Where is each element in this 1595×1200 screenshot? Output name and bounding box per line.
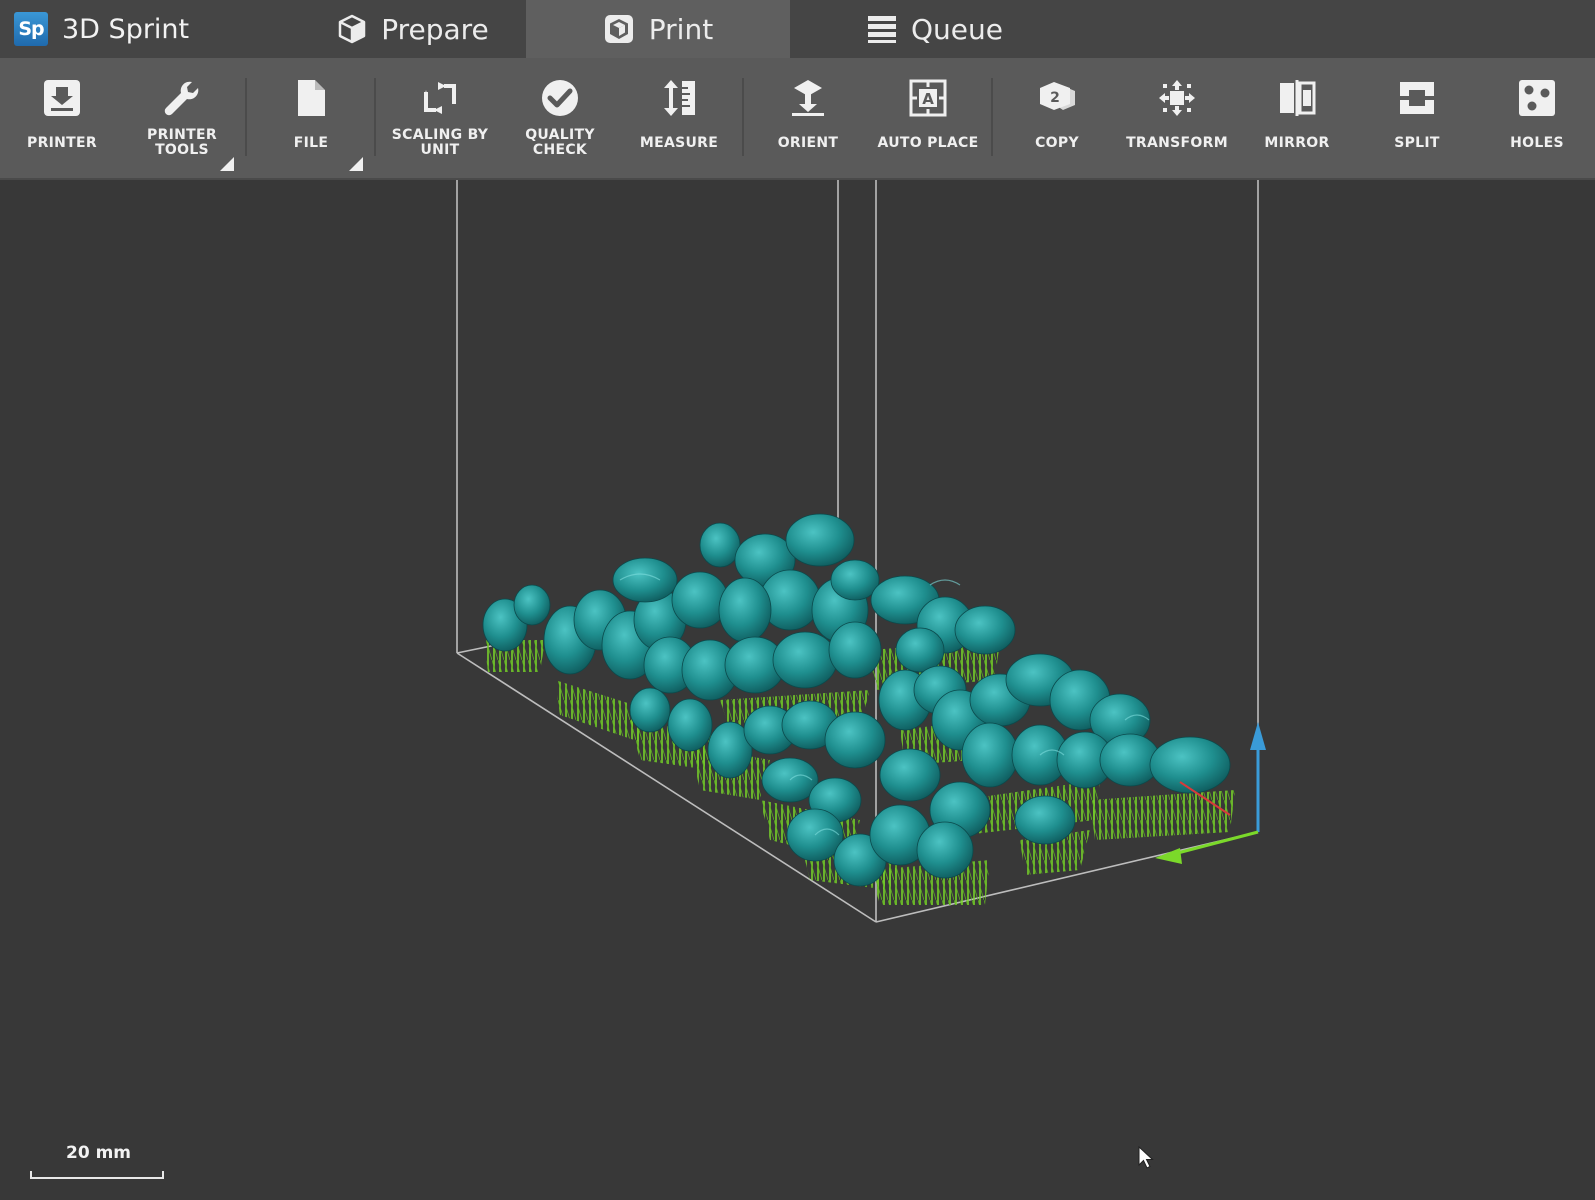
printer-button[interactable]: PRINTER bbox=[2, 58, 122, 178]
tab-prepare-label: Prepare bbox=[381, 12, 489, 46]
printer-label: PRINTER bbox=[27, 135, 97, 151]
scale-bar bbox=[30, 1171, 164, 1179]
scaling-by-unit-button[interactable]: SCALING BY UNIT bbox=[380, 58, 500, 178]
scale-label: 20 mm bbox=[66, 1143, 132, 1163]
file-label: FILE bbox=[293, 135, 329, 151]
app-logo: Sp bbox=[14, 12, 48, 46]
scaling-icon bbox=[424, 82, 456, 114]
mirror-label: MIRROR bbox=[1264, 135, 1330, 151]
dropdown-corner-indicator[interactable] bbox=[349, 157, 363, 171]
auto-place-icon: A bbox=[909, 79, 947, 117]
checkmark-icon bbox=[542, 80, 578, 116]
measure-button[interactable]: MEASURE bbox=[619, 58, 739, 178]
quality-label-line1: QUALITY bbox=[525, 127, 595, 143]
tab-prepare[interactable]: Prepare bbox=[300, 0, 526, 58]
split-label: SPLIT bbox=[1394, 135, 1440, 151]
tab-print[interactable]: Print bbox=[526, 0, 790, 58]
quality-check-label: QUALITY CHECK bbox=[500, 128, 620, 158]
printer-tools-label: PRINTER TOOLS bbox=[122, 128, 242, 158]
orient-icon bbox=[792, 80, 824, 116]
measure-label: MEASURE bbox=[639, 135, 719, 151]
auto-place-button[interactable]: A AUTO PLACE bbox=[868, 58, 988, 178]
copy-icon: 2 bbox=[1040, 82, 1075, 110]
printer-tools-button[interactable]: PRINTER TOOLS bbox=[122, 58, 242, 178]
measure-icon bbox=[664, 80, 695, 116]
scaling-by-unit-label: SCALING BY UNIT bbox=[380, 128, 500, 158]
file-icon bbox=[298, 80, 325, 116]
holes-label: HOLES bbox=[1510, 135, 1564, 151]
tab-queue-label: Queue bbox=[911, 12, 1003, 46]
auto-place-label: AUTO PLACE bbox=[877, 135, 979, 151]
transform-button[interactable]: TRANSFORM bbox=[1117, 58, 1237, 178]
copy-button[interactable]: 2 COPY bbox=[997, 58, 1117, 178]
svg-text:A: A bbox=[922, 90, 934, 108]
top-bar: Sp 3D Sprint Prepare Print Queue bbox=[0, 0, 1595, 58]
svg-text:2: 2 bbox=[1050, 90, 1060, 106]
app-title: 3D Sprint bbox=[62, 13, 190, 45]
quality-check-button[interactable]: QUALITY CHECK bbox=[500, 58, 620, 178]
printer-tools-label-line2: TOOLS bbox=[155, 142, 209, 158]
mouse-cursor-icon bbox=[1138, 1146, 1154, 1169]
printer-tools-label-line1: PRINTER bbox=[147, 127, 217, 143]
mirror-icon bbox=[1280, 80, 1316, 116]
toolbar-divider bbox=[245, 78, 247, 156]
toolbar-divider bbox=[374, 78, 376, 156]
tab-print-label: Print bbox=[648, 12, 714, 46]
transform-icon bbox=[1159, 80, 1195, 116]
print-cube-icon bbox=[604, 15, 633, 43]
mirror-button[interactable]: MIRROR bbox=[1237, 58, 1357, 178]
toolbar: PRINTER PRINTER TOOLS FILE SCALING BY UN… bbox=[0, 58, 1595, 180]
holes-icon bbox=[1519, 80, 1555, 116]
cube-icon bbox=[338, 14, 366, 44]
transform-label: TRANSFORM bbox=[1126, 135, 1228, 151]
scaling-label-line2: UNIT bbox=[420, 142, 460, 158]
split-icon bbox=[1400, 82, 1434, 114]
dropdown-corner-indicator[interactable] bbox=[220, 157, 234, 171]
split-button[interactable]: SPLIT bbox=[1357, 58, 1477, 178]
toolbar-divider bbox=[742, 78, 744, 156]
toolbar-divider bbox=[991, 78, 993, 156]
3d-viewport[interactable] bbox=[0, 180, 1595, 1200]
quality-label-line2: CHECK bbox=[532, 142, 588, 158]
tab-queue[interactable]: Queue bbox=[840, 0, 1030, 58]
build-volume-scene bbox=[456, 180, 1266, 923]
app-brand: Sp 3D Sprint bbox=[14, 10, 189, 48]
holes-button[interactable]: HOLES bbox=[1477, 58, 1595, 178]
wrench-icon bbox=[164, 81, 199, 116]
printer-icon bbox=[44, 80, 80, 116]
queue-list-icon bbox=[868, 16, 896, 43]
orient-label: ORIENT bbox=[777, 135, 839, 151]
file-button[interactable]: FILE bbox=[251, 58, 371, 178]
orient-button[interactable]: ORIENT bbox=[748, 58, 868, 178]
copy-label: COPY bbox=[1035, 135, 1079, 151]
scaling-label-line1: SCALING BY bbox=[391, 127, 489, 143]
